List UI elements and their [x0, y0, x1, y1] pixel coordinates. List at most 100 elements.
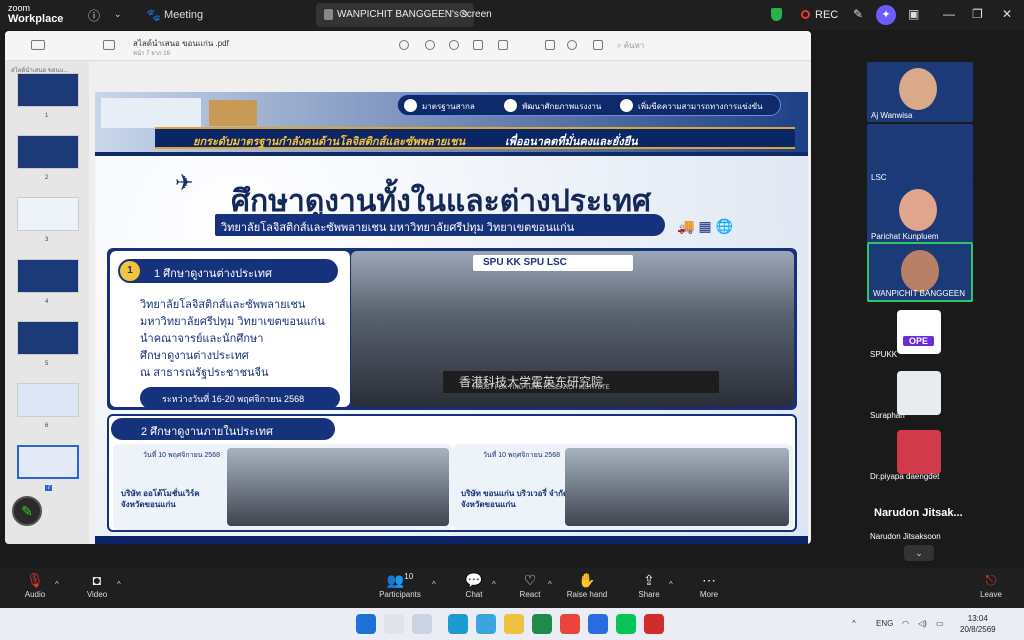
leave-button[interactable]: ⎋ Leave [961, 572, 1021, 599]
caret-up-icon[interactable]: ^ [492, 580, 496, 589]
markup-icon[interactable] [567, 40, 577, 50]
more-options-icon[interactable]: ⊙ [459, 7, 468, 20]
video-button[interactable]: ◘ Video ^ [67, 572, 127, 599]
zoom-out-icon[interactable] [425, 40, 435, 50]
raise-hand-button[interactable]: ✋ Raise hand [557, 572, 617, 599]
logistics-icons: 🚚 ▦ 🌐 [677, 218, 733, 234]
video-tile[interactable]: Aj Wanwisa [867, 62, 973, 122]
thumbnail-5[interactable] [17, 321, 79, 355]
card-company: บริษัท ออโต้โมชั่นเวิร์ค จังหวัดขอนแก่น [121, 488, 200, 510]
wifi-icon[interactable]: ◠ [902, 619, 909, 628]
caret-up-icon[interactable]: ^ [669, 580, 673, 589]
card-date: วันที่ 10 พฤศจิกายน 2568 [483, 452, 560, 459]
edge-browser-icon[interactable] [476, 614, 496, 634]
section1-date-bar: ระหว่างวันที่ 16-20 พฤศจิกายน 2568 [140, 387, 340, 409]
thumbnail-4[interactable] [17, 259, 79, 293]
thumbnail-7[interactable] [17, 445, 79, 479]
paw-icon: 🐾 [146, 8, 161, 22]
group-photo-brewery [565, 448, 789, 526]
search-icon[interactable] [384, 614, 404, 634]
thumbnail-sidebar: สไลด์นำเสนอ ขอนแ... 1 2 3 4 5 6 7 [5, 61, 89, 544]
more-button[interactable]: ⋯ More [679, 572, 739, 599]
rec-label[interactable]: REC [815, 9, 838, 21]
airplane-icon: ✈ [175, 170, 194, 195]
task-view-icon[interactable] [412, 614, 432, 634]
share-icon[interactable] [473, 40, 483, 50]
react-button[interactable]: ♡ React ^ [500, 572, 560, 599]
section1-tag: 1 1 ศึกษาดูงานต่างประเทศ [118, 259, 338, 283]
participants-count: 10 [404, 572, 414, 581]
encryption-shield-icon[interactable] [771, 8, 782, 21]
sidebar-toggle-icon[interactable] [31, 40, 45, 50]
rotate-icon[interactable] [545, 40, 555, 50]
info-icon[interactable] [399, 40, 409, 50]
leave-icon: ⎋ [985, 572, 997, 588]
chrome-icon[interactable] [560, 614, 580, 634]
edge-icon[interactable] [448, 614, 468, 634]
windows-start-icon[interactable] [356, 614, 376, 634]
annotation-pencil-icon[interactable]: ✎ [12, 496, 42, 526]
meeting-label[interactable]: Meeting [164, 9, 203, 21]
react-label: React [519, 590, 541, 599]
info-icon[interactable]: ⓘ [88, 7, 100, 24]
chat-button[interactable]: 💬 Chat ^ [444, 572, 504, 599]
close-icon[interactable]: ✕ [1002, 7, 1012, 21]
zoom-in-icon[interactable] [449, 40, 459, 50]
search-input[interactable]: ⌕ ค้นหา [617, 39, 644, 52]
audio-button[interactable]: 🎙 Audio ^ [5, 572, 65, 599]
gallery-scroll-down-icon[interactable]: ⌄ [904, 545, 934, 561]
caret-up-icon[interactable]: ^ [117, 580, 121, 589]
people-icon [504, 99, 517, 112]
view-icon[interactable] [103, 40, 115, 50]
clock-date: 20/8/2569 [960, 625, 996, 634]
participant-name: WANPICHIT BANGGEEN [873, 289, 966, 298]
restore-icon[interactable]: ❐ [972, 7, 983, 21]
company-province: จังหวัดขอนแก่น [121, 500, 176, 509]
section-international: 1 1 ศึกษาดูงานต่างประเทศ วิทยาลัยโลจิสติ… [107, 248, 797, 410]
zoom-taskbar-icon[interactable] [588, 614, 608, 634]
tray-chevron-icon[interactable]: ^ [852, 619, 856, 628]
pill-item: พัฒนาศักยภาพแรงงาน [522, 102, 602, 111]
chart-icon [620, 99, 633, 112]
share-button[interactable]: ⇪ Share ^ [619, 572, 679, 599]
caret-up-icon[interactable]: ^ [548, 580, 552, 589]
video-tile-active-speaker[interactable]: WANPICHIT BANGGEEN [867, 242, 973, 302]
thumbnail-number: 4 [45, 299, 49, 305]
section-number-badge: 1 [120, 261, 140, 281]
layout-icon[interactable]: ▣ [908, 7, 919, 21]
chevron-down-icon[interactable]: ⌄ [114, 9, 122, 20]
minimize-icon[interactable]: — [943, 7, 955, 21]
raise-hand-label: Raise hand [566, 590, 608, 599]
truck-image [101, 98, 201, 128]
acrobat-icon[interactable] [644, 614, 664, 634]
line-icon[interactable] [616, 614, 636, 634]
battery-icon[interactable]: ▭ [936, 619, 944, 628]
caret-up-icon[interactable]: ^ [55, 580, 59, 589]
file-explorer-icon[interactable] [504, 614, 524, 634]
highlight-icon[interactable] [498, 40, 508, 50]
chat-label: Chat [465, 590, 483, 599]
thumbnail-1[interactable] [17, 73, 79, 107]
thumbnail-2[interactable] [17, 135, 79, 169]
form-icon[interactable] [593, 40, 603, 50]
video-tile[interactable]: LSC [867, 124, 973, 184]
volume-icon[interactable]: ◁) [918, 619, 927, 628]
excel-icon[interactable] [532, 614, 552, 634]
pill-item: เพิ่มขีดความสามารถทางการแข่งขัน [638, 102, 763, 111]
participants-button[interactable]: 👥10 Participants ^ [370, 572, 436, 599]
section1-line: นำคณาจารย์และนักศึกษา [140, 333, 264, 345]
participants-label: Participants [379, 590, 421, 599]
section1-date: ระหว่างวันที่ 16-20 พฤศจิกายน 2568 [162, 394, 305, 404]
language-indicator[interactable]: ENG [876, 619, 893, 628]
ai-companion-icon[interactable]: ✦ [876, 5, 896, 25]
thumbnail-6[interactable] [17, 383, 79, 417]
more-label: More [699, 590, 719, 599]
annotate-icon[interactable]: ✎ [853, 7, 863, 21]
caret-up-icon[interactable]: ^ [432, 580, 436, 589]
thumbnail-3[interactable] [17, 197, 79, 231]
system-clock[interactable]: 13:04 20/8/2569 [960, 613, 996, 635]
participant-name: Parichat Kunpluem [871, 232, 939, 241]
share-screen-tab[interactable]: WANPICHIT BANGGEEN's screen ⊙ [316, 3, 492, 27]
video-tile[interactable]: Parichat Kunpluem [867, 183, 973, 243]
search-placeholder: ค้นหา [623, 41, 645, 50]
